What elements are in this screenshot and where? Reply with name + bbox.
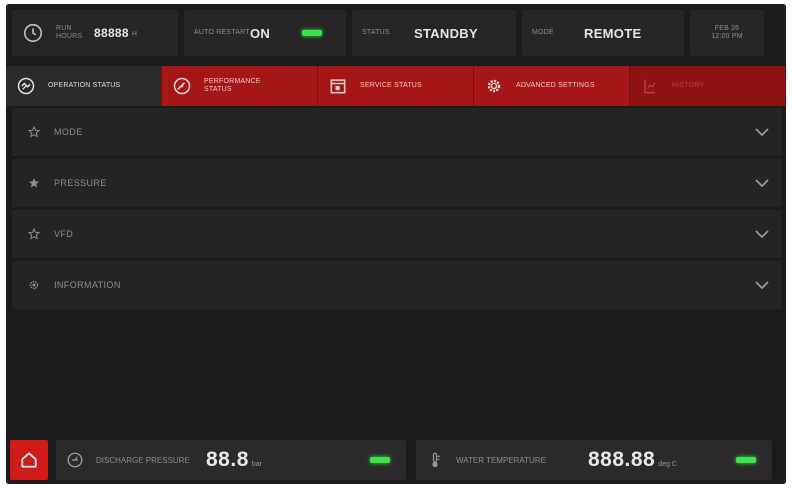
gear-icon	[487, 79, 501, 93]
tab-label: Advanced Settings	[516, 82, 595, 89]
tab-performance-status[interactable]: Performance Status	[162, 66, 318, 106]
datetime-panel: Feb 26 12:00 PM	[690, 10, 764, 56]
tab-label: Performance Status	[204, 78, 261, 93]
run-hours-label: Run Hours	[56, 25, 83, 40]
auto-restart-value: ON	[250, 25, 271, 41]
discharge-pressure-value: 88.8	[206, 448, 249, 471]
tab-label: History	[672, 82, 705, 89]
operation-icon	[17, 77, 35, 95]
section-pressure[interactable]: Pressure	[12, 159, 782, 207]
mode-panel: Mode REMOTE	[522, 10, 684, 56]
status-value: STANDBY	[414, 25, 478, 41]
clock-icon	[23, 23, 43, 43]
water-temperature-value: 888.88	[588, 448, 656, 471]
chevron-down-icon	[755, 179, 769, 188]
auto-restart-led	[302, 30, 322, 36]
section-vfd[interactable]: VFD	[12, 210, 782, 258]
section-list: Mode Pressure VFD	[12, 108, 782, 312]
thermometer-icon	[432, 452, 441, 468]
calendar-icon	[330, 79, 346, 94]
water-temperature-panel: Water Temperature 888.88 deg C	[416, 440, 772, 480]
chevron-down-icon	[755, 128, 769, 137]
mode-label: Mode	[532, 29, 554, 36]
run-hours-value: 88888	[94, 26, 129, 40]
main-tabs: Operation Status Performance Status Serv…	[6, 66, 786, 106]
time-text: 12:00 PM	[711, 33, 743, 40]
section-label: Mode	[54, 127, 83, 137]
discharge-pressure-panel: Discharge Pressure 88.8 bar	[56, 440, 406, 480]
discharge-pressure-led	[370, 457, 390, 463]
info-gear-icon	[29, 280, 39, 290]
water-temperature-label: Water Temperature	[456, 455, 546, 465]
tab-advanced-settings[interactable]: Advanced Settings	[474, 66, 630, 106]
speedometer-icon	[173, 77, 191, 95]
home-button[interactable]	[10, 440, 48, 480]
discharge-pressure-label: Discharge Pressure	[96, 455, 190, 465]
star-filled-icon	[29, 178, 39, 188]
status-panel: Status STANDBY	[352, 10, 516, 56]
discharge-pressure-unit: bar	[251, 460, 262, 468]
water-temperature-led	[736, 457, 756, 463]
run-hours-panel: Run Hours 88888 h	[12, 10, 178, 56]
status-bar: Run Hours 88888 h Auto Restart ON Status…	[6, 4, 786, 62]
mode-value: REMOTE	[584, 25, 642, 41]
date-text: Feb 26	[714, 25, 740, 32]
history-icon	[644, 79, 656, 94]
star-outline-icon	[28, 228, 40, 240]
star-outline-icon	[28, 126, 40, 138]
run-hours-unit: h	[131, 31, 138, 38]
status-label: Status	[362, 29, 390, 36]
section-label: Information	[54, 280, 121, 290]
auto-restart-label: Auto Restart	[194, 29, 250, 36]
tab-operation-status[interactable]: Operation Status	[6, 66, 162, 106]
chevron-down-icon	[755, 281, 769, 290]
pressure-gauge-icon	[67, 452, 83, 468]
water-temperature-unit: deg C	[658, 460, 677, 468]
tab-service-status[interactable]: Service Status	[318, 66, 474, 106]
section-label: VFD	[54, 229, 74, 239]
home-icon	[21, 452, 37, 468]
section-label: Pressure	[54, 178, 107, 188]
section-mode[interactable]: Mode	[12, 108, 782, 156]
auto-restart-panel: Auto Restart ON	[184, 10, 346, 56]
tab-history[interactable]: History	[630, 66, 786, 106]
hmi-screen: Run Hours 88888 h Auto Restart ON Status…	[6, 4, 786, 484]
chevron-down-icon	[755, 230, 769, 239]
bottom-bar: Discharge Pressure 88.8 bar Water Temper…	[6, 436, 786, 484]
tab-label: Service Status	[360, 82, 422, 89]
section-information[interactable]: Information	[12, 261, 782, 309]
tab-label: Operation Status	[48, 82, 121, 89]
